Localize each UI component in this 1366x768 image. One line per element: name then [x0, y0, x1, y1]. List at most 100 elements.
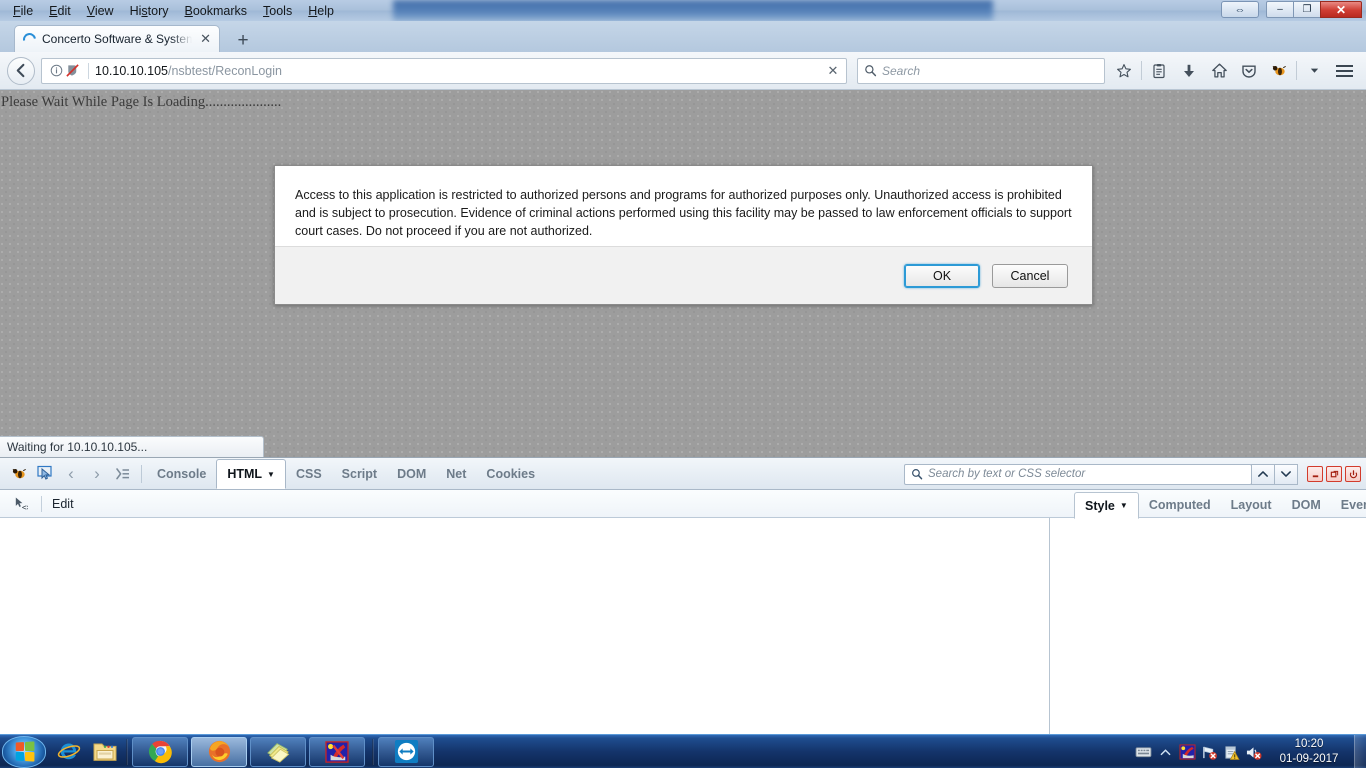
firebug-side-tab-events[interactable]: Events [1331, 491, 1366, 518]
show-desktop-button[interactable] [1354, 735, 1366, 768]
keyboard-icon[interactable] [1132, 740, 1154, 764]
clock-time: 10:20 [1294, 738, 1324, 750]
firebug-side-tab-computed[interactable]: Computed [1139, 491, 1221, 518]
firebug-side-tab-style-label: Style [1085, 498, 1115, 513]
clear-url-icon[interactable]: ✕ [822, 63, 844, 79]
firebug-minimize-button[interactable] [1307, 466, 1323, 482]
url-host: 10.10.10.105 [95, 63, 168, 78]
tab-loading-spinner-icon [20, 29, 39, 49]
firebug-tab-console[interactable]: Console [147, 458, 216, 489]
firebug-tab-cookies[interactable]: Cookies [476, 458, 545, 489]
insecure-shield-icon[interactable] [65, 63, 82, 78]
firebug-tab-css[interactable]: CSS [286, 458, 332, 489]
firebug-side-tab-dom[interactable]: DOM [1282, 491, 1331, 518]
firebug-side-tab-layout[interactable]: Layout [1221, 491, 1282, 518]
quick-launch [52, 737, 122, 767]
firebug-panel: ‹ › Console HTML ▼ CSS Script DOM Net Co… [0, 457, 1366, 734]
internet-explorer-icon[interactable] [52, 737, 86, 767]
tab-title: Concerto Software & System [42, 32, 193, 46]
menu-help[interactable]: Help [300, 1, 342, 21]
tab-close-icon[interactable]: ✕ [198, 31, 213, 47]
volume-muted-icon[interactable] [1242, 740, 1264, 764]
taskbar-app-paint[interactable] [309, 736, 365, 767]
firebug-search-next-button[interactable] [1274, 463, 1298, 485]
search-icon [865, 65, 877, 77]
taskbar-divider [126, 738, 128, 765]
menu-bar: File Edit View History Bookmarks Tools H… [0, 0, 342, 21]
taskbar-divider-2 [372, 738, 374, 765]
taskbar-app-teamviewer[interactable] [378, 736, 434, 767]
network-error-icon[interactable] [1198, 740, 1220, 764]
menu-history[interactable]: History [122, 1, 177, 21]
firebug-html-panel[interactable] [0, 518, 1050, 734]
minimize-button[interactable]: – [1266, 1, 1294, 18]
firebug-toolbar-right: Search by text or CSS selector [904, 458, 1361, 490]
navigation-toolbar: 10.10.10.105/nsbtest/ReconLogin ✕ Search [0, 52, 1366, 90]
bookmark-star-icon[interactable] [1109, 56, 1139, 86]
menu-bookmarks[interactable]: Bookmarks [177, 1, 256, 21]
firebug-tab-script[interactable]: Script [332, 458, 387, 489]
window-controls: ⇔ – ❐ ✕ [1221, 1, 1362, 18]
firebug-side-panel: Style ▼ Computed Layout DOM Events ▶ [1050, 492, 1366, 734]
firebug-tab-html[interactable]: HTML ▼ [216, 459, 286, 489]
paint-tray-icon[interactable] [1176, 740, 1198, 764]
menu-tools[interactable]: Tools [255, 1, 300, 21]
taskbar-app-chrome[interactable] [132, 736, 188, 767]
firebug-maximize-button[interactable] [1326, 466, 1342, 482]
firebug-search-input[interactable]: Search by text or CSS selector [904, 463, 1252, 485]
firebug-tab-dom[interactable]: DOM [387, 458, 436, 489]
firebug-search-placeholder: Search by text or CSS selector [928, 468, 1086, 480]
start-button[interactable] [2, 735, 46, 768]
close-button[interactable]: ✕ [1320, 1, 1362, 18]
firebug-close-button[interactable] [1345, 466, 1361, 482]
firebug-search-prev-button[interactable] [1251, 463, 1275, 485]
downloads-icon[interactable] [1174, 56, 1204, 86]
new-tab-button[interactable]: + [230, 30, 256, 52]
menu-edit[interactable]: Edit [41, 1, 79, 21]
taskbar-app-firefox[interactable] [191, 736, 247, 767]
firebug-toolbar-separator [141, 464, 142, 483]
dialog-footer: OK Cancel [275, 246, 1092, 304]
back-button[interactable] [7, 56, 35, 85]
taskbar-clock[interactable]: 10:20 01-09-2017 [1264, 737, 1354, 767]
system-tray: 10:20 01-09-2017 [1132, 735, 1366, 768]
firebug-side-tabs: Style ▼ Computed Layout DOM Events ▶ [1050, 490, 1366, 519]
tab-bar: Concerto Software & System ✕ + [0, 21, 1366, 52]
search-bar[interactable]: Search [857, 57, 1105, 84]
firebug-prev-button[interactable]: ‹ [58, 461, 84, 487]
home-icon[interactable] [1204, 56, 1234, 86]
inspect-element-icon[interactable] [32, 461, 58, 487]
firebug-html-breakpoints-icon[interactable]: <> [7, 491, 33, 517]
svg-text:<>: <> [21, 503, 27, 512]
firebug-breakpoints-icon[interactable] [110, 461, 136, 487]
pocket-icon[interactable] [1234, 56, 1264, 86]
firebug-side-tab-style[interactable]: Style ▼ [1074, 492, 1139, 519]
show-hidden-icons-button[interactable] [1154, 740, 1176, 764]
chevron-down-icon[interactable]: ▼ [267, 470, 275, 479]
taskbar-app-sticky-notes[interactable] [250, 736, 306, 767]
menu-view[interactable]: View [79, 1, 122, 21]
windows-explorer-icon[interactable] [88, 737, 122, 767]
menu-file[interactable]: File [5, 1, 41, 21]
search-placeholder: Search [882, 63, 921, 78]
reader-list-icon[interactable] [1144, 56, 1174, 86]
cancel-button[interactable]: Cancel [992, 263, 1068, 288]
url-bar[interactable]: 10.10.10.105/nsbtest/ReconLogin ✕ [41, 57, 847, 84]
firebug-tab-net[interactable]: Net [436, 458, 476, 489]
restore-button[interactable]: ❐ [1293, 1, 1321, 18]
teamviewer-titlebar-button[interactable]: ⇔ [1221, 1, 1259, 18]
firebug-edit-button[interactable]: Edit [52, 497, 74, 511]
action-center-warning-icon[interactable] [1220, 740, 1242, 764]
back-arrow-icon [16, 63, 24, 78]
firebug-toolbar: ‹ › Console HTML ▼ CSS Script DOM Net Co… [0, 458, 1366, 490]
url-text: 10.10.10.105/nsbtest/ReconLogin [95, 64, 822, 78]
page-info-icon[interactable] [48, 64, 65, 77]
firebug-logo-icon[interactable] [6, 461, 32, 487]
firebug-icon[interactable] [1264, 56, 1294, 86]
browser-tab[interactable]: Concerto Software & System ✕ [14, 25, 220, 52]
ok-button[interactable]: OK [904, 263, 980, 288]
menu-hamburger-icon[interactable] [1329, 56, 1359, 86]
chevron-down-icon[interactable] [1299, 56, 1329, 86]
firebug-next-button[interactable]: › [84, 461, 110, 487]
chevron-down-icon[interactable]: ▼ [1120, 501, 1128, 510]
